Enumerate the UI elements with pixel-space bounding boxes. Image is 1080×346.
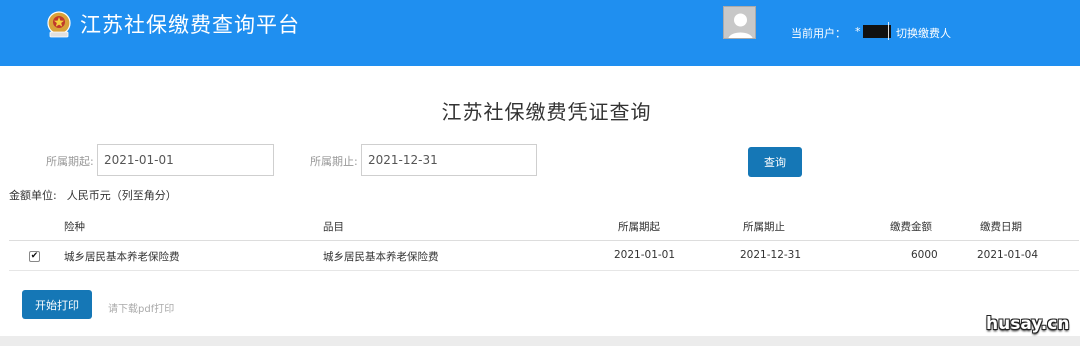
footer-strip: [0, 336, 1080, 346]
cell-start: 2021-01-01: [614, 249, 676, 261]
cell-amount: 6000: [911, 249, 938, 261]
amount-unit-label: 金额单位:: [9, 189, 57, 202]
start-period-input[interactable]: [97, 144, 274, 176]
user-avatar-icon[interactable]: [723, 6, 756, 39]
end-period-input[interactable]: [361, 144, 537, 176]
user-name-prefix: *: [855, 25, 861, 38]
row-checkbox[interactable]: ✔: [29, 251, 40, 262]
user-name-redaction: [862, 25, 891, 38]
tax-emblem-icon: [47, 11, 71, 38]
check-icon: ✔: [30, 251, 39, 261]
table-header-row: 险种 品目 所属期起 所属期止 缴费金额 缴费日期: [9, 211, 1079, 241]
page-title: 江苏社保缴费凭证查询: [441, 100, 652, 124]
end-period-label: 所属期止:: [310, 155, 358, 168]
query-button[interactable]: 查询: [748, 147, 802, 177]
cell-type: 城乡居民基本养老保险费: [64, 251, 180, 263]
top-header: 江苏社保缴费查询平台 当前用户： * 切换缴费人: [0, 0, 1080, 66]
amount-unit-value: 人民币元（列至角分）: [66, 189, 177, 202]
app-title: 江苏社保缴费查询平台: [80, 13, 300, 37]
header-divider: [888, 22, 889, 40]
table-row[interactable]: ✔ 城乡居民基本养老保险费 城乡居民基本养老保险费 2021-01-01 202…: [9, 241, 1079, 271]
amount-unit-line: 金额单位: 人民币元（列至角分）: [9, 187, 177, 203]
cell-item: 城乡居民基本养老保险费: [323, 251, 439, 263]
pdf-download-hint[interactable]: 请下载pdf打印: [108, 300, 174, 315]
switch-payer-link[interactable]: 切换缴费人: [896, 25, 951, 41]
start-period-label: 所属期起:: [46, 155, 94, 168]
col-header-type: 险种: [64, 221, 85, 233]
cell-date: 2021-01-04: [977, 249, 1039, 261]
col-header-end: 所属期止: [743, 221, 785, 233]
col-header-start: 所属期起: [618, 221, 660, 233]
col-header-amount: 缴费金额: [890, 221, 932, 233]
page-title-wrap: 江苏社保缴费凭证查询: [0, 96, 1080, 125]
current-user-name: *: [855, 24, 891, 39]
col-header-date: 缴费日期: [980, 221, 1022, 233]
start-print-button[interactable]: 开始打印: [22, 290, 92, 319]
col-header-item: 品目: [323, 221, 344, 233]
cell-end: 2021-12-31: [740, 249, 802, 261]
current-user-label: 当前用户：: [791, 27, 846, 40]
watermark: husay.cn: [986, 314, 1070, 334]
